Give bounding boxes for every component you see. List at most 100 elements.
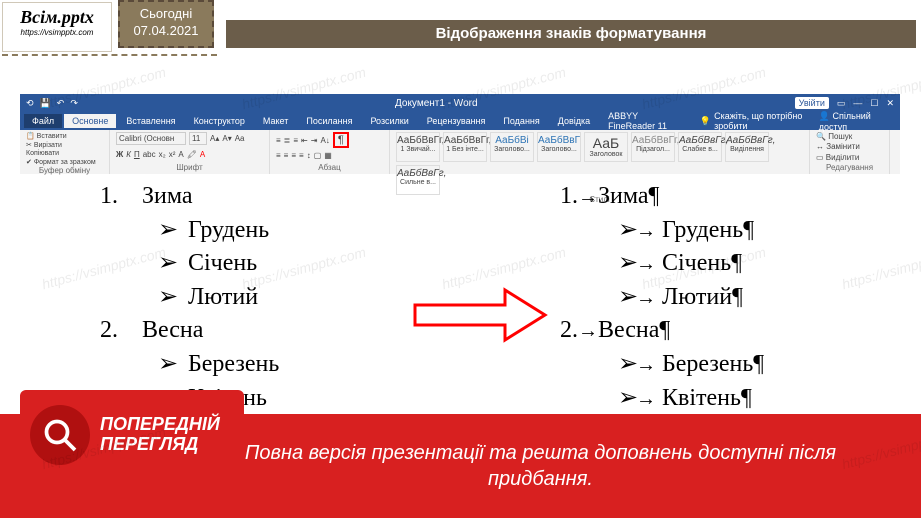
font-color-icon[interactable]: A: [200, 150, 205, 159]
underline-icon[interactable]: П: [134, 150, 140, 159]
signin-button[interactable]: Увійти: [795, 97, 829, 109]
save-icon[interactable]: 💾: [40, 98, 51, 109]
word-titlebar: ⟲ 💾 ↶ ↷ Документ1 - Word Увійти ▭ — ☐ ✕: [20, 94, 900, 112]
item-january: Січень: [188, 250, 257, 276]
transform-arrow-icon: [410, 280, 550, 350]
date-ticket: Сьогодні 07.04.2021: [118, 0, 214, 48]
style-normal[interactable]: АаБбВвГг,1 Звичай...: [396, 132, 440, 162]
preview-line2: ПЕРЕГЛЯД: [100, 435, 220, 455]
ribbon-options-icon[interactable]: ▭: [837, 98, 846, 109]
tab-home[interactable]: Основне: [64, 114, 116, 128]
tab-mark-icon: →: [578, 320, 598, 342]
tab-file[interactable]: Файл: [24, 114, 62, 128]
close-icon[interactable]: ✕: [886, 98, 894, 109]
bullet-icon: ➢: [618, 214, 636, 248]
font-size-select[interactable]: 11: [189, 132, 207, 145]
italic-icon[interactable]: К: [126, 150, 131, 159]
bullet-icon: ➢: [158, 214, 176, 248]
bullet-icon: ➢: [158, 247, 176, 281]
minimize-icon[interactable]: —: [853, 98, 862, 108]
site-logo: Всім.pptx https://vsimpptx.com: [2, 2, 112, 52]
autosave-icon[interactable]: ⟲: [26, 98, 34, 109]
show-formatting-button[interactable]: ¶: [333, 132, 349, 148]
tab-review[interactable]: Рецензування: [419, 114, 494, 128]
style-nospace[interactable]: АаБбВвГг,1 Без інте...: [443, 132, 487, 162]
tab-mailings[interactable]: Розсилки: [362, 114, 416, 128]
word-ribbon: 📋 Вставити ✂ Вирізати Копіювати ✔ Формат…: [20, 130, 900, 174]
grow-font-icon[interactable]: A▴: [210, 134, 219, 143]
shading-icon[interactable]: ▢: [314, 151, 322, 160]
font-name-select[interactable]: Calibri (Основн: [116, 132, 186, 145]
style-subtitle[interactable]: АаБбВвГг,Підзагол...: [631, 132, 675, 162]
tab-insert[interactable]: Вставлення: [118, 114, 183, 128]
sort-icon[interactable]: A↓: [320, 136, 329, 145]
bullets-icon[interactable]: ≡: [276, 136, 281, 145]
item-winter: Зима: [142, 183, 193, 209]
item-december: Грудень: [188, 217, 269, 243]
tab-design[interactable]: Конструктор: [186, 114, 253, 128]
style-title[interactable]: АаБЗаголовок: [584, 132, 628, 162]
justify-icon[interactable]: ≡: [299, 151, 304, 160]
tell-me-label: Скажіть, що потрібно зробити: [714, 111, 809, 131]
find-button[interactable]: 🔍 Пошук: [816, 132, 883, 142]
item-february: Лютий: [188, 284, 258, 310]
bullet-icon: ➢: [618, 382, 636, 416]
bullet-icon: ➢: [618, 281, 636, 315]
bullet-icon: ➢: [618, 247, 636, 281]
text-effect-icon[interactable]: A: [178, 150, 183, 159]
style-emphasis[interactable]: АаБбВвГг,Виділення: [725, 132, 769, 162]
cut-button[interactable]: ✂ Вирізати: [26, 141, 62, 149]
style-subtle[interactable]: АаБбВвГг,Слабке в...: [678, 132, 722, 162]
word-doc-title: Документ1 - Word: [395, 98, 478, 109]
change-case-icon[interactable]: Aa: [235, 134, 245, 143]
logo-title: Всім.pptx: [7, 7, 107, 28]
tab-references[interactable]: Посилання: [298, 114, 360, 128]
increase-indent-icon[interactable]: ⇥: [311, 136, 318, 145]
borders-icon[interactable]: ▦: [324, 151, 332, 160]
align-center-icon[interactable]: ≡: [284, 151, 289, 160]
bullet-icon: ➢: [158, 348, 176, 382]
share-icon: 👤: [819, 111, 830, 121]
superscript-icon[interactable]: x²: [169, 150, 176, 159]
word-window: ⟲ 💾 ↶ ↷ Документ1 - Word Увійти ▭ — ☐ ✕ …: [20, 94, 900, 174]
highlight-icon[interactable]: 🖍: [187, 150, 197, 159]
decrease-indent-icon[interactable]: ⇤: [301, 136, 308, 145]
style-h2[interactable]: АаБбВвГЗаголово...: [537, 132, 581, 162]
purchase-banner: ПОПЕРЕДНІЙ ПЕРЕГЛЯД Повна версія презент…: [0, 414, 921, 518]
strike-icon[interactable]: abc: [143, 150, 156, 159]
tab-mark-icon: →: [636, 388, 656, 410]
style-h1[interactable]: АаБбВіЗаголово...: [490, 132, 534, 162]
line-spacing-icon[interactable]: ↕: [307, 151, 311, 160]
item-winter: Зима¶: [598, 183, 659, 209]
select-button[interactable]: ▭ Виділити: [816, 153, 883, 163]
list-with-marks: 1.→Зима¶ ➢→ Грудень¶ ➢→ Січень¶ ➢→ Лютий…: [550, 180, 890, 449]
replace-button[interactable]: ↔ Замінити: [816, 142, 883, 152]
copy-button[interactable]: Копіювати: [26, 150, 59, 157]
undo-icon[interactable]: ↶: [57, 98, 65, 109]
format-painter-button[interactable]: ✔ Формат за зразком: [26, 158, 96, 166]
tell-me[interactable]: 💡 Скажіть, що потрібно зробити: [700, 111, 809, 131]
word-tabs: Файл Основне Вставлення Конструктор Маке…: [20, 112, 900, 130]
redo-icon[interactable]: ↷: [70, 98, 78, 109]
tab-mark-icon: →: [636, 253, 656, 275]
align-right-icon[interactable]: ≡: [291, 151, 296, 160]
subscript-icon[interactable]: x₂: [159, 150, 166, 159]
item-february: Лютий¶: [662, 284, 743, 310]
numbering-icon[interactable]: ≣: [284, 136, 291, 145]
tab-view[interactable]: Подання: [495, 114, 547, 128]
paragraph-group-label: Абзац: [276, 163, 383, 172]
align-left-icon[interactable]: ≡: [276, 151, 281, 160]
paste-button[interactable]: 📋 Вставити: [26, 132, 67, 140]
item-march: Березень¶: [662, 351, 764, 377]
font-group-label: Шрифт: [116, 163, 263, 172]
tab-help[interactable]: Довідка: [550, 114, 598, 128]
bold-icon[interactable]: Ж: [116, 150, 123, 159]
shrink-font-icon[interactable]: A▾: [222, 134, 231, 143]
tab-mark-icon: →: [636, 287, 656, 309]
maximize-icon[interactable]: ☐: [870, 98, 878, 109]
item-march: Березень: [188, 351, 279, 377]
num-2: 2.: [100, 317, 118, 343]
multilevel-icon[interactable]: ≡: [293, 136, 298, 145]
tab-mark-icon: →: [578, 186, 598, 208]
tab-layout[interactable]: Макет: [255, 114, 296, 128]
